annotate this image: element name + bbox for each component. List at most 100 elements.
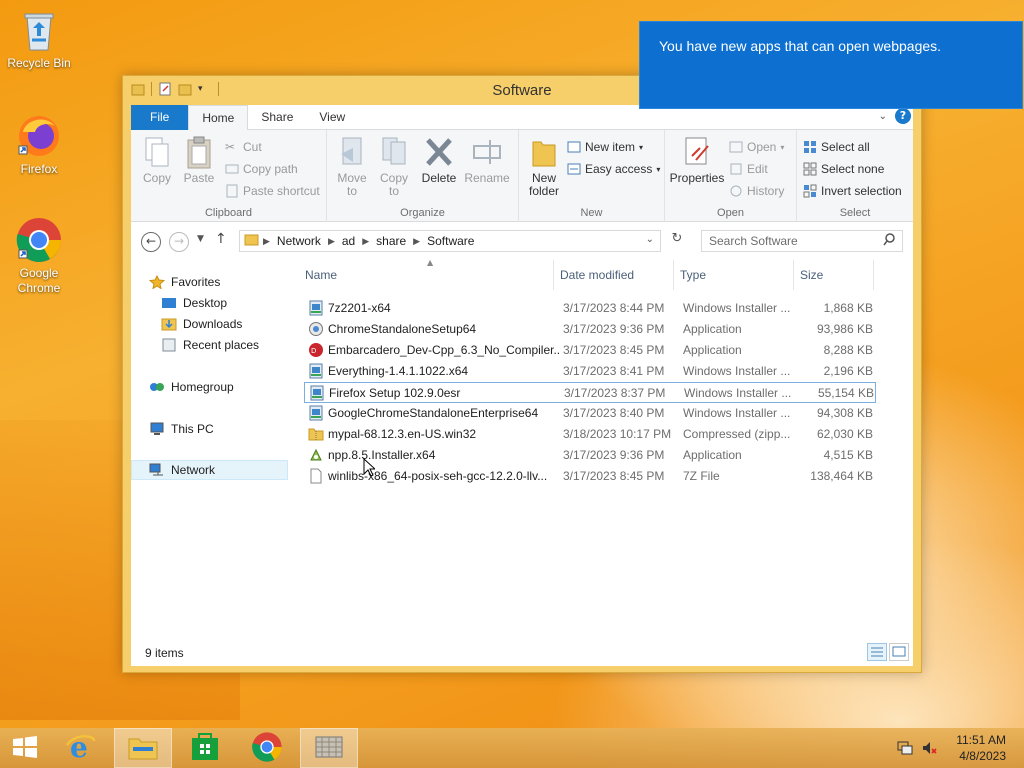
taskbar-internet-explorer[interactable]: e xyxy=(52,728,110,768)
new-item-button[interactable]: New item ▾ xyxy=(567,137,643,157)
desktop-icon-firefox[interactable]: Firefox xyxy=(1,112,77,177)
notification-toast[interactable]: You have new apps that can open webpages… xyxy=(639,21,1023,109)
edit-button[interactable]: Edit xyxy=(729,159,768,179)
tab-share[interactable]: Share xyxy=(248,105,306,130)
back-button[interactable]: ← xyxy=(141,232,161,252)
file-row[interactable]: D Embarcadero_Dev-Cpp_6.3_No_Compiler... 3… xyxy=(304,340,876,361)
paste-icon xyxy=(182,134,216,170)
select-none-label: Select none xyxy=(821,162,885,176)
system-clock[interactable]: 11:51 AM 4/8/2023 xyxy=(956,732,1006,764)
delete-button[interactable]: Delete xyxy=(419,134,459,185)
large-icons-view-button[interactable] xyxy=(889,643,909,661)
column-header-name[interactable]: Name xyxy=(299,260,554,290)
taskbar-store[interactable] xyxy=(176,728,234,768)
copy-button[interactable]: Copy xyxy=(139,134,175,185)
file-date: 3/18/2023 10:17 PM xyxy=(563,427,672,441)
tab-view[interactable]: View xyxy=(306,105,358,130)
desktop-icon-google-chrome[interactable]: Google Chrome xyxy=(1,216,77,296)
open-label: Open xyxy=(747,140,777,154)
nav-desktop[interactable]: Desktop xyxy=(161,293,227,313)
file-row[interactable]: GoogleChromeStandaloneEnterprise64 3/17/2… xyxy=(304,403,876,424)
refresh-button[interactable]: ↻ xyxy=(666,231,688,251)
file-row[interactable]: npp.8.5.Installer.x64 3/17/2023 9:36 PM Ap… xyxy=(304,445,876,466)
chevron-down-icon[interactable]: ⌄ xyxy=(879,111,887,122)
network-tray-icon[interactable] xyxy=(897,740,913,756)
column-header-date[interactable]: Date modified xyxy=(554,260,674,290)
paste-button[interactable]: Paste xyxy=(181,134,217,185)
file-row[interactable]: 7z2201-x64 3/17/2023 8:44 PM Windows Insta… xyxy=(304,298,876,319)
taskbar-google-chrome[interactable] xyxy=(238,728,296,768)
help-button[interactable]: ? xyxy=(895,108,911,124)
file-name: Embarcadero_Dev-Cpp_6.3_No_Compiler... xyxy=(328,343,560,357)
invert-selection-label: Invert selection xyxy=(821,184,902,198)
select-none-button[interactable]: Select none xyxy=(803,159,884,179)
tab-file[interactable]: File xyxy=(131,105,189,130)
copy-to-button[interactable]: Copy to xyxy=(375,134,413,198)
edit-icon xyxy=(729,162,743,176)
new-folder-button[interactable]: New folder xyxy=(523,134,565,198)
history-button[interactable]: History xyxy=(729,181,784,201)
group-label-clipboard: Clipboard xyxy=(204,207,253,219)
file-name: Firefox Setup 102.9.0esr xyxy=(329,386,461,400)
nav-favorites[interactable]: Favorites xyxy=(148,272,220,292)
column-header-size[interactable]: Size xyxy=(794,260,874,290)
search-input[interactable]: Search Software xyxy=(701,230,903,252)
forward-button[interactable]: → xyxy=(169,232,189,252)
file-type: Windows Installer ... xyxy=(684,386,792,400)
copy-path-button[interactable]: Copy path xyxy=(225,159,298,179)
file-date: 3/17/2023 9:36 PM xyxy=(563,448,665,462)
nav-this-pc[interactable]: This PC xyxy=(149,419,214,439)
devcpp-icon: D xyxy=(308,342,324,358)
group-open: Properties Open ▾ Edit History Open xyxy=(665,130,797,222)
file-row[interactable]: Everything-1.4.1.1022.x64 3/17/2023 8:41 … xyxy=(304,361,876,382)
rename-button[interactable]: Rename xyxy=(463,134,511,185)
paste-shortcut-button[interactable]: Paste shortcut xyxy=(225,181,320,201)
group-label-organize: Organize xyxy=(400,207,445,219)
breadcrumb-share[interactable]: share xyxy=(372,234,410,248)
start-button[interactable] xyxy=(0,728,50,768)
select-all-icon xyxy=(803,140,817,154)
refresh-icon: ↻ xyxy=(671,231,683,246)
taskbar-app-window[interactable] xyxy=(300,728,358,768)
properties-button[interactable]: Properties xyxy=(669,134,725,185)
nav-network[interactable]: Network xyxy=(131,460,288,480)
file-size: 8,288 KB xyxy=(823,343,873,357)
scissors-icon: ✂ xyxy=(225,140,236,154)
desktop-icon-recycle-bin[interactable]: Recycle Bin xyxy=(1,6,77,71)
address-bar[interactable]: ▶ Network ▶ ad ▶ share ▶ Software ⌄ xyxy=(239,230,661,252)
tab-home[interactable]: Home xyxy=(188,105,249,131)
file-row[interactable]: ChromeStandaloneSetup64 3/17/2023 9:36 PM… xyxy=(304,319,876,340)
nav-downloads[interactable]: Downloads xyxy=(161,314,242,334)
taskbar: e 11:51 AM 4/8/2023 xyxy=(0,728,1024,768)
paste-shortcut-icon xyxy=(225,184,239,198)
file-row[interactable]: Firefox Setup 102.9.0esr 3/17/2023 8:37 P… xyxy=(304,382,876,403)
move-to-button[interactable]: Move to xyxy=(333,134,371,198)
cut-button[interactable]: ✂ Cut xyxy=(225,137,262,157)
select-all-button[interactable]: Select all xyxy=(803,137,870,157)
file-name: mypal-68.12.3.en-US.win32 xyxy=(328,427,477,441)
open-button[interactable]: Open ▾ xyxy=(729,137,784,157)
breadcrumb-software[interactable]: Software xyxy=(423,234,478,248)
file-row[interactable]: winlibs-x86_64-posix-seh-gcc-12.2.0-llv.… xyxy=(304,466,876,487)
easy-access-button[interactable]: Easy access ▾ xyxy=(567,159,660,179)
breadcrumb-network[interactable]: Network xyxy=(273,234,325,248)
up-button[interactable]: ↑ xyxy=(215,231,227,247)
svg-text:D: D xyxy=(311,347,316,355)
select-all-label: Select all xyxy=(821,140,870,154)
nav-homegroup[interactable]: Homegroup xyxy=(149,377,234,397)
volume-muted-icon[interactable] xyxy=(921,740,937,756)
copy-path-label: Copy path xyxy=(243,162,298,176)
column-header-type[interactable]: Type xyxy=(674,260,794,290)
details-view-button[interactable] xyxy=(867,643,887,661)
recent-locations-button[interactable]: ▼ xyxy=(197,234,204,244)
nav-recent-places[interactable]: Recent places xyxy=(161,335,259,355)
edit-label: Edit xyxy=(747,162,768,176)
breadcrumb-ad[interactable]: ad xyxy=(338,234,359,248)
taskbar-file-explorer[interactable] xyxy=(114,728,172,768)
file-row[interactable]: mypal-68.12.3.en-US.win32 3/18/2023 10:17… xyxy=(304,424,876,445)
search-icon[interactable] xyxy=(883,233,895,250)
chevron-down-icon[interactable]: ⌄ xyxy=(646,234,654,245)
file-date: 3/17/2023 8:40 PM xyxy=(563,406,665,420)
file-date: 3/17/2023 8:44 PM xyxy=(563,301,665,315)
invert-selection-button[interactable]: Invert selection xyxy=(803,181,902,201)
